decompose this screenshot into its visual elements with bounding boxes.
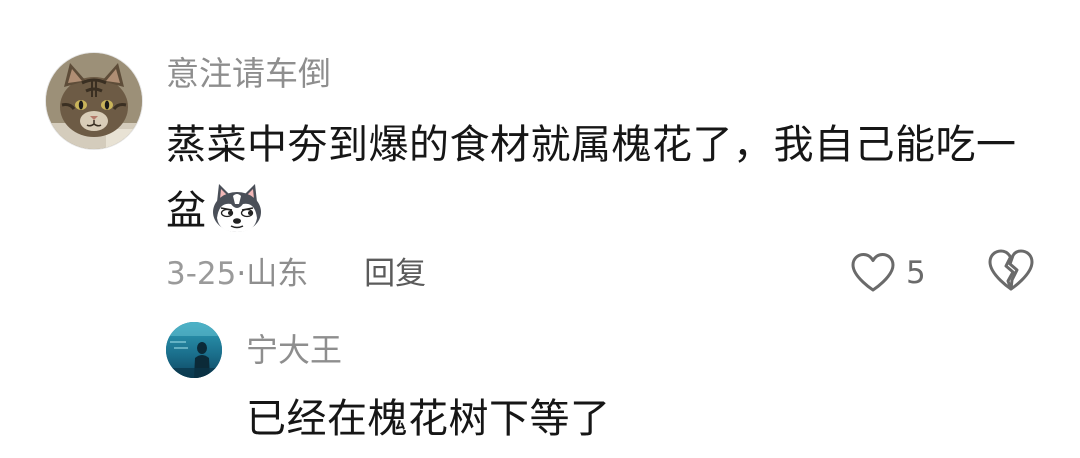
reply-avatar[interactable] bbox=[166, 322, 222, 378]
tabby-cat-avatar-icon bbox=[46, 53, 142, 149]
like-count: 5 bbox=[906, 255, 926, 291]
avatar[interactable] bbox=[45, 52, 143, 150]
comment-date: 3-25 bbox=[166, 256, 237, 292]
comment-meta: 3-25·山东 回复 bbox=[166, 252, 426, 296]
comment-item: 意注请车倒 蒸菜中夯到爆的食材就属槐花了，我自己能吃一盆 3-25·山东 回复 … bbox=[0, 0, 1080, 300]
broken-heart-icon bbox=[988, 249, 1034, 291]
dislike-button[interactable] bbox=[986, 248, 1036, 298]
comment-location: 山东 bbox=[246, 256, 309, 292]
reply-button[interactable]: 回复 bbox=[364, 256, 426, 292]
comment-text: 蒸菜中夯到爆的食材就属槐花了，我自己能吃一盆 bbox=[166, 112, 1036, 244]
meta-separator: · bbox=[236, 256, 247, 292]
like-button[interactable]: 5 bbox=[850, 248, 926, 298]
underwater-aquarium-avatar-icon bbox=[166, 322, 222, 378]
reply-username[interactable]: 宁大王 bbox=[246, 328, 342, 372]
husky-dog-sticker-icon bbox=[209, 182, 265, 234]
heart-icon bbox=[851, 253, 895, 292]
comment-username[interactable]: 意注请车倒 bbox=[166, 52, 331, 96]
reply-text: 已经在槐花树下等了 bbox=[246, 396, 611, 442]
comment-text-body: 蒸菜中夯到爆的食材就属槐花了，我自己能吃一盆 bbox=[166, 122, 1017, 234]
